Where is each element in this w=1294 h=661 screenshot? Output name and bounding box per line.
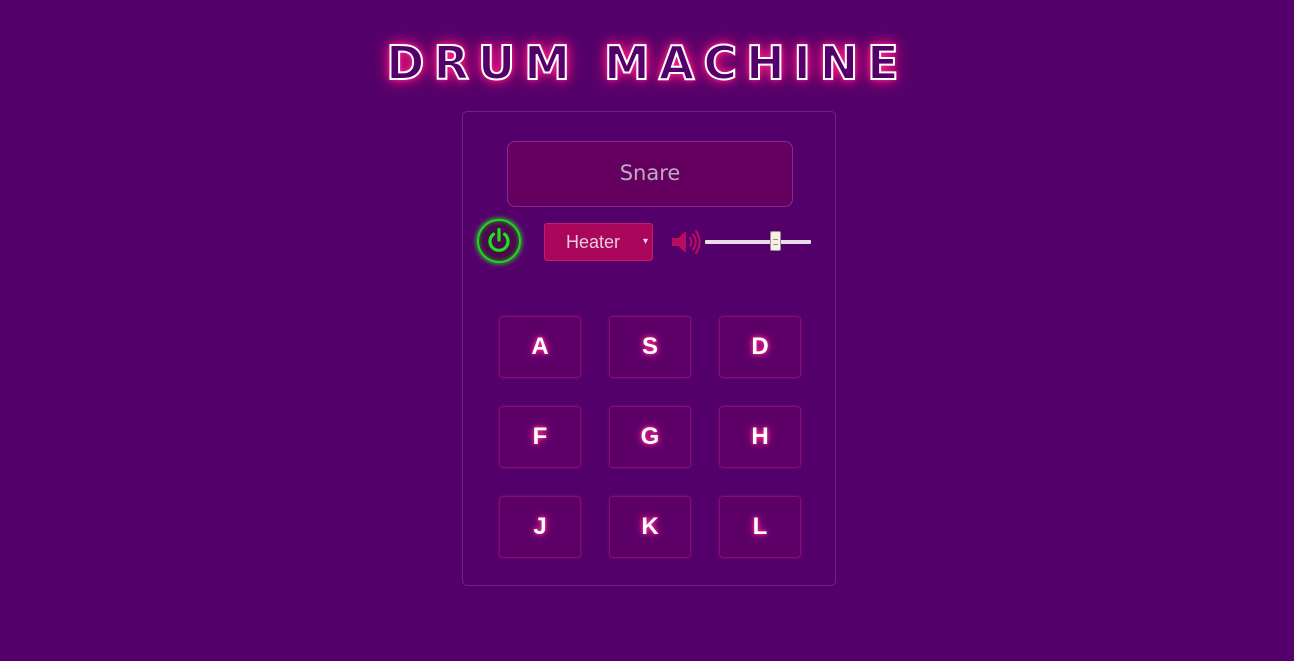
kit-select[interactable]: Heater ▾ bbox=[544, 223, 653, 261]
sound-display: Snare bbox=[507, 141, 793, 207]
volume-thumb[interactable] bbox=[770, 231, 781, 251]
drum-pad-d[interactable]: D bbox=[719, 316, 801, 378]
drum-pad-k[interactable]: K bbox=[609, 496, 691, 558]
drum-pad-s[interactable]: S bbox=[609, 316, 691, 378]
kit-select-value: Heater bbox=[566, 232, 621, 252]
drum-pad-h[interactable]: H bbox=[719, 406, 801, 468]
drum-pad-g[interactable]: G bbox=[609, 406, 691, 468]
drum-pad-j[interactable]: J bbox=[499, 496, 581, 558]
power-button[interactable] bbox=[477, 219, 521, 263]
drum-pad-f[interactable]: F bbox=[499, 406, 581, 468]
power-icon bbox=[488, 227, 510, 252]
drum-pad-a[interactable]: A bbox=[499, 316, 581, 378]
drum-pad-l[interactable]: L bbox=[719, 496, 801, 558]
speaker-icon bbox=[672, 229, 701, 255]
volume-track bbox=[705, 240, 811, 244]
drum-pad-grid: ASD FGH JKL bbox=[499, 316, 803, 560]
volume-slider[interactable] bbox=[705, 230, 813, 254]
chevron-down-icon: ▾ bbox=[642, 236, 648, 247]
drum-machine-panel: Snare Heater ▾ ASD FGH JKL bbox=[462, 111, 836, 586]
page-title: DRUM MACHINE bbox=[385, 35, 908, 91]
